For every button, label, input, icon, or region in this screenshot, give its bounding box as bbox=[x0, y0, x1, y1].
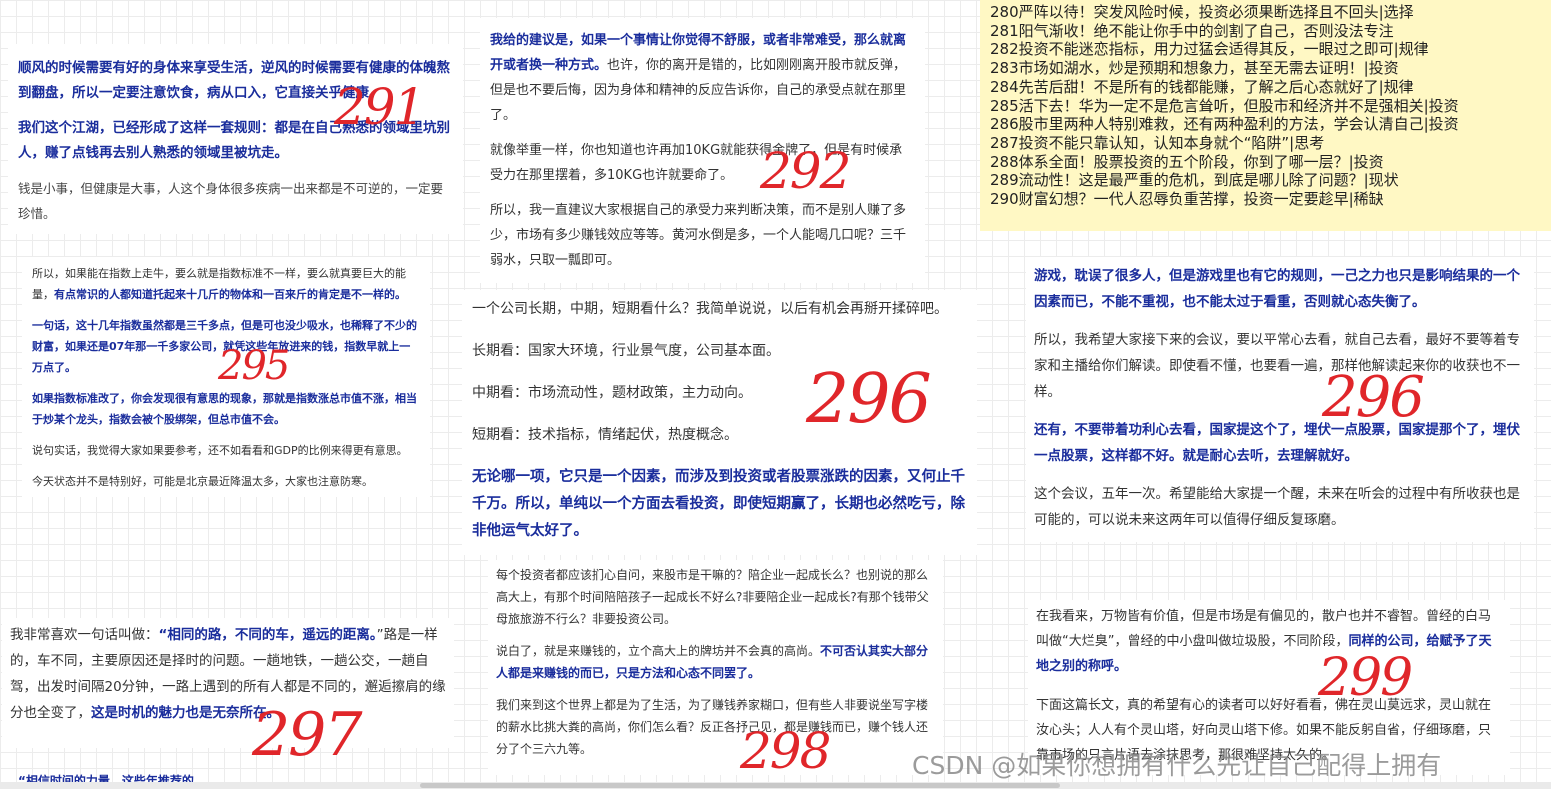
list-item: 283市场如湖水，炒是预期和想象力，甚至无需去证明！|投资 bbox=[990, 59, 1399, 78]
list-item: 286股市里两种人特别难救，还有两种盈利的方法，学会认清自己|投资 bbox=[990, 115, 1459, 134]
handwritten-number: 296 bbox=[1322, 365, 1425, 430]
excerpt-card-292: 我给的建议是，如果一个事情让你觉得不舒服，或者非常难受，那么就离开或者换一种方式… bbox=[480, 18, 925, 283]
excerpt-card-298: 每个投资者都应该扪心自问，来股市是干嘛的？陪企业一起成长么？也别说的那么高大上，… bbox=[488, 560, 943, 775]
excerpt-paragraph: 游戏，耽误了很多人，但是游戏里也有它的规则，一己之力也只是影响结果的一个因素而已… bbox=[1034, 268, 1520, 310]
excerpt-paragraph: 还有，不要带着功利心去看，国家提这个了，埋伏一点股票，国家提那个了，埋伏一点股票… bbox=[1034, 422, 1520, 464]
handwritten-number: 291 bbox=[334, 78, 425, 136]
scrollbar-thumb[interactable] bbox=[420, 783, 1060, 788]
horizontal-scrollbar[interactable] bbox=[0, 782, 1551, 789]
excerpt-paragraph: 我们来到这个世界上都是为了生活，为了赚钱养家糊口，但有些人非要说坐写字楼的薪水比… bbox=[496, 698, 929, 756]
handwritten-number: 297 bbox=[252, 700, 363, 770]
list-item: 288体系全面！股票投资的五个阶段，你到了哪一层？|投资 bbox=[990, 152, 1384, 171]
excerpt-paragraph: 说句实话，我觉得大家如果要参考，还不如看看和GDP的比例来得更有意思。 bbox=[32, 444, 408, 457]
list-item: 284先苦后甜！不是所有的钱都能赚，了解之后心态就好了|规律 bbox=[990, 77, 1414, 96]
list-item: 287投资不能只靠认知，认知本身就个“陷阱”|思考 bbox=[990, 133, 1325, 152]
csdn-watermark: CSDN @如果你想拥有什么先让自己配得上拥有 bbox=[912, 751, 1442, 780]
excerpt-card-296-right: 游戏，耽误了很多人，但是游戏里也有它的规则，一己之力也只是影响结果的一个因素而已… bbox=[1026, 257, 1534, 542]
excerpt-highlight: 有点常识的人都知道托起来十几斤的物体和一百来斤的肯定是不一样的。 bbox=[54, 288, 406, 301]
list-item: 285活下去！华为一定不是危言耸听，但股市和经济并不是强相关|投资 bbox=[990, 96, 1459, 115]
excerpt-paragraph: 无论哪一项，它只是一个因素，而涉及到投资或者股票涨跌的因素，又何止千千万。所以，… bbox=[472, 469, 965, 539]
excerpt-paragraph: 这个会议，五年一次。希望能给大家提一个醒，未来在听会的过程中有所收获也是可能的，… bbox=[1034, 486, 1520, 528]
list-item: 281阳气渐收！绝不能让你手中的剑割了自己，否则没法专注 bbox=[990, 21, 1394, 40]
handwritten-number: 295 bbox=[218, 343, 290, 389]
list-item: 289流动性！这是最严重的危机，到底是哪儿除了问题？|现状 bbox=[990, 171, 1399, 190]
excerpt-highlight: “相同的路，不同的车，遥远的距离。 bbox=[158, 627, 377, 643]
excerpt-paragraph: 今天状态并不是特别好，可能是北京最近降温太多，大家也注意防寒。 bbox=[32, 475, 373, 488]
handwritten-number: 298 bbox=[740, 722, 831, 780]
excerpt-paragraph: 一个公司长期，中期，短期看什么？我简单说说，以后有机会再掰开揉碎吧。 bbox=[472, 301, 948, 317]
excerpt-card-297: 我非常喜欢一句话叫做：“相同的路，不同的车，遥远的距离。”路是一样的，车不同，主… bbox=[2, 618, 454, 748]
excerpt-paragraph: 所以，我希望大家接下来的会议，要以平常心去看，就自己去看，最好不要等着专家和主播… bbox=[1034, 332, 1520, 400]
list-item: 290财富幻想？一代人忍辱负重苦撑，投资一定要趁早|稀缺 bbox=[990, 190, 1384, 209]
excerpt-paragraph: 钱是小事，但健康是大事，人这个身体很多疾病一出来都是不可逆的，一定要珍惜。 bbox=[18, 181, 444, 221]
list-item: 280严阵以待！突发风险时候，投资必须果断选择且不回头|选择 bbox=[990, 3, 1414, 21]
handwritten-number: 292 bbox=[760, 142, 851, 200]
excerpt-card-291: 顺风的时候需要有好的身体来享受生活，逆风的时候需要有健康的体魄熬到翻盘，所以一定… bbox=[8, 44, 463, 234]
excerpt-text: 我非常喜欢一句话叫做： bbox=[10, 627, 159, 643]
excerpt-paragraph: 所以，我一直建议大家根据自己的承受力来判断决策，而不是别人赚了多少，市场有多少赚… bbox=[490, 203, 907, 268]
excerpt-paragraph: 如果指数标准改了，你会发现很有意思的现象，那就是指数涨总市值不涨，相当于炒某个龙… bbox=[32, 392, 417, 426]
list-item: 282投资不能迷恋指标，用力过猛会适得其反，一眼过之即可|规律 bbox=[990, 40, 1429, 59]
handwritten-number: 299 bbox=[1318, 648, 1413, 708]
excerpt-text: 说白了，就是来赚钱的，立个高大上的牌坊并不会真的高尚。 bbox=[496, 644, 821, 658]
handwritten-number: 296 bbox=[806, 360, 932, 439]
article-title-list: 280严阵以待！突发风险时候，投资必须果断选择且不回头|选择 281阳气渐收！绝… bbox=[980, 0, 1551, 231]
excerpt-paragraph: 每个投资者都应该扪心自问，来股市是干嘛的？陪企业一起成长么？也别说的那么高大上，… bbox=[496, 568, 929, 626]
excerpt-paragraph: 就像举重一样，你也知道也许再加10KG就能获得金牌了，但是有时候承受力在那里摆着… bbox=[490, 143, 903, 183]
